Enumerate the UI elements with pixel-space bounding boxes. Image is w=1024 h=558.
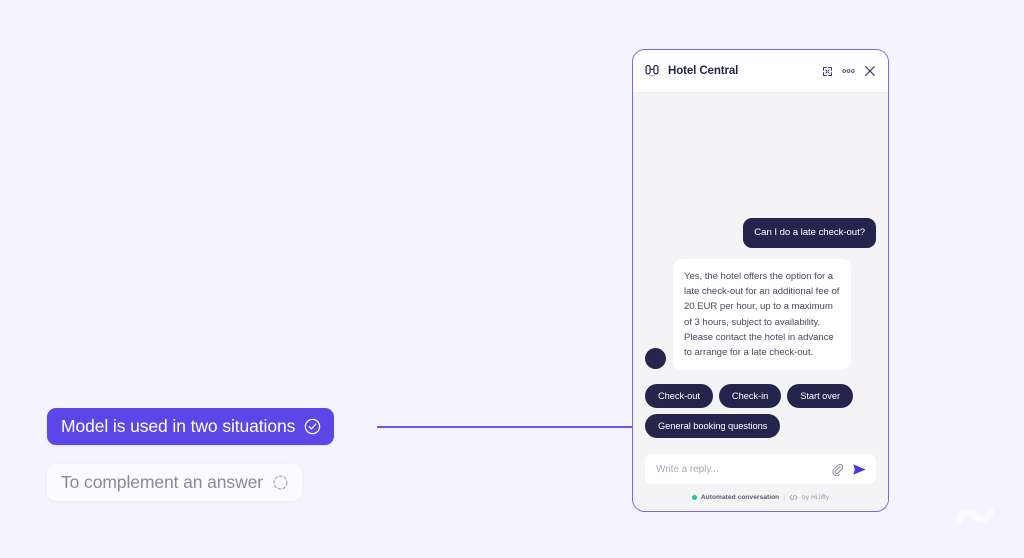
callout-primary-label: Model is used in two situations [61, 416, 296, 436]
composer-container [633, 448, 888, 484]
callout-connector-line [377, 425, 635, 428]
quick-reply-check-out[interactable]: Check-out [645, 384, 713, 408]
callout-secondary-label: To complement an answer [61, 472, 263, 492]
widget-footer: Automated conversation | by HiJiffy [633, 484, 888, 511]
widget-title: Hotel Central [668, 65, 739, 77]
widget-header: Hotel Central [633, 50, 888, 93]
bot-message-bubble: Yes, the hotel offers the option for a l… [673, 259, 851, 370]
close-icon[interactable] [864, 65, 876, 77]
chat-widget: Hotel Central Can I do a late check-out?… [632, 49, 889, 512]
chat-message-list: Can I do a late check-out? Yes, the hote… [633, 93, 888, 448]
dashed-circle-icon [272, 474, 289, 491]
code-icon [789, 494, 798, 501]
quick-reply-check-in[interactable]: Check-in [718, 384, 782, 408]
automated-conversation-label: Automated conversation [700, 494, 780, 501]
paperclip-icon[interactable] [831, 463, 844, 476]
widget-header-actions [822, 65, 876, 77]
status-dot-icon [691, 495, 697, 500]
expand-icon[interactable] [822, 66, 833, 77]
composer [645, 454, 876, 484]
send-icon[interactable] [852, 463, 867, 476]
callout-model-usage[interactable]: Model is used in two situations [47, 408, 335, 445]
quick-reply-general-booking-questions[interactable]: General booking questions [645, 414, 781, 438]
footer-separator: | [783, 494, 786, 501]
hotel-logo-icon [644, 63, 660, 79]
quick-reply-start-over[interactable]: Start over [787, 384, 854, 408]
widget-brand: Hotel Central [644, 63, 822, 79]
bot-avatar [645, 348, 666, 369]
callout-complement-answer[interactable]: To complement an answer [47, 464, 302, 501]
message-row-user: Can I do a late check-out? [645, 218, 876, 249]
reply-input[interactable] [656, 463, 823, 475]
quick-reply-list: Check-out Check-in Start over General bo… [645, 384, 876, 438]
message-row-bot: Yes, the hotel offers the option for a l… [645, 259, 876, 370]
infinity-loop-logo [950, 496, 1002, 536]
check-circle-icon [304, 418, 321, 435]
hijiffy-credit-label: by HiJiffy [802, 494, 830, 501]
more-options-icon[interactable] [842, 68, 855, 74]
user-message-bubble: Can I do a late check-out? [743, 218, 876, 249]
